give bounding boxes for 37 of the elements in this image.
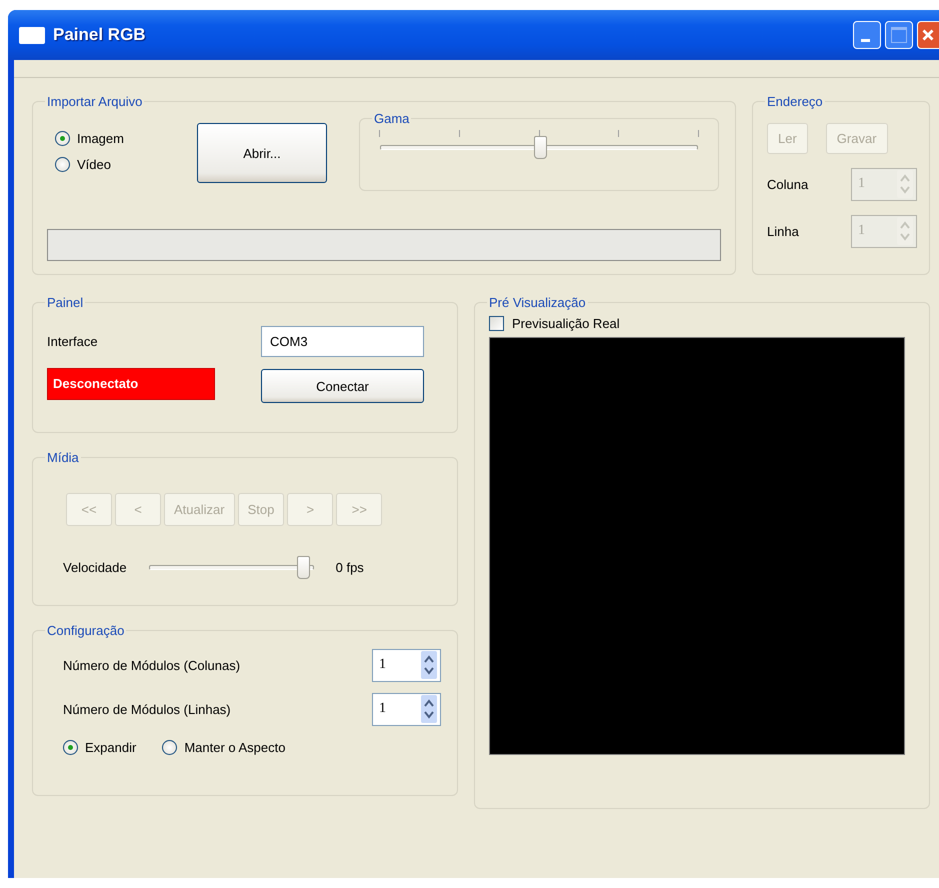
interface-field[interactable]: COM3	[261, 326, 424, 357]
status-label: Desconectato	[47, 368, 215, 400]
radio-button[interactable]	[63, 740, 78, 755]
radio-button[interactable]	[55, 157, 70, 172]
radio-label[interactable]: Manter o Aspecto	[184, 740, 286, 755]
group-title: Endereço	[766, 94, 824, 109]
radio-label[interactable]: Expandir	[85, 740, 136, 755]
field-label: Velocidade	[63, 560, 127, 575]
checkbox[interactable]	[489, 316, 504, 331]
field-label: Coluna	[767, 176, 808, 192]
radio-button[interactable]	[55, 131, 70, 146]
field-label: Linha	[767, 224, 799, 238]
radio-label[interactable]: Imagem	[77, 131, 124, 146]
window-title: Painel RGB	[53, 25, 146, 45]
radio-label[interactable]: Vídeo	[77, 157, 111, 172]
group-title: Gama	[373, 111, 410, 126]
group-title: Configuração	[46, 623, 126, 638]
push-button[interactable]: Abrir...	[197, 123, 327, 183]
spin-box[interactable]: 1	[372, 648, 441, 682]
window-icon	[19, 26, 45, 44]
group-title: Painel	[46, 295, 84, 310]
spin-arrows-icon[interactable]	[420, 695, 438, 723]
speed-reading: 0 fps	[336, 560, 364, 575]
checkbox-label[interactable]: Previsualição Real	[512, 316, 620, 331]
spin-box[interactable]: 1	[372, 692, 441, 726]
group-title: Pré Visualização	[488, 295, 587, 310]
maximize-button[interactable]	[885, 21, 913, 49]
close-button[interactable]	[917, 21, 939, 49]
spin-arrows-icon[interactable]	[420, 651, 438, 679]
minimize-button[interactable]	[853, 21, 881, 49]
radio-button[interactable]	[162, 740, 178, 755]
push-button[interactable]: Conectar	[261, 369, 424, 403]
field-label: Número de Módulos (Linhas)	[63, 702, 231, 716]
field-label: Interface	[47, 334, 98, 349]
group-title: Mídia	[46, 450, 80, 465]
group-title: Importar Arquivo	[46, 94, 144, 109]
field-label: Número de Módulos (Colunas)	[63, 658, 240, 672]
